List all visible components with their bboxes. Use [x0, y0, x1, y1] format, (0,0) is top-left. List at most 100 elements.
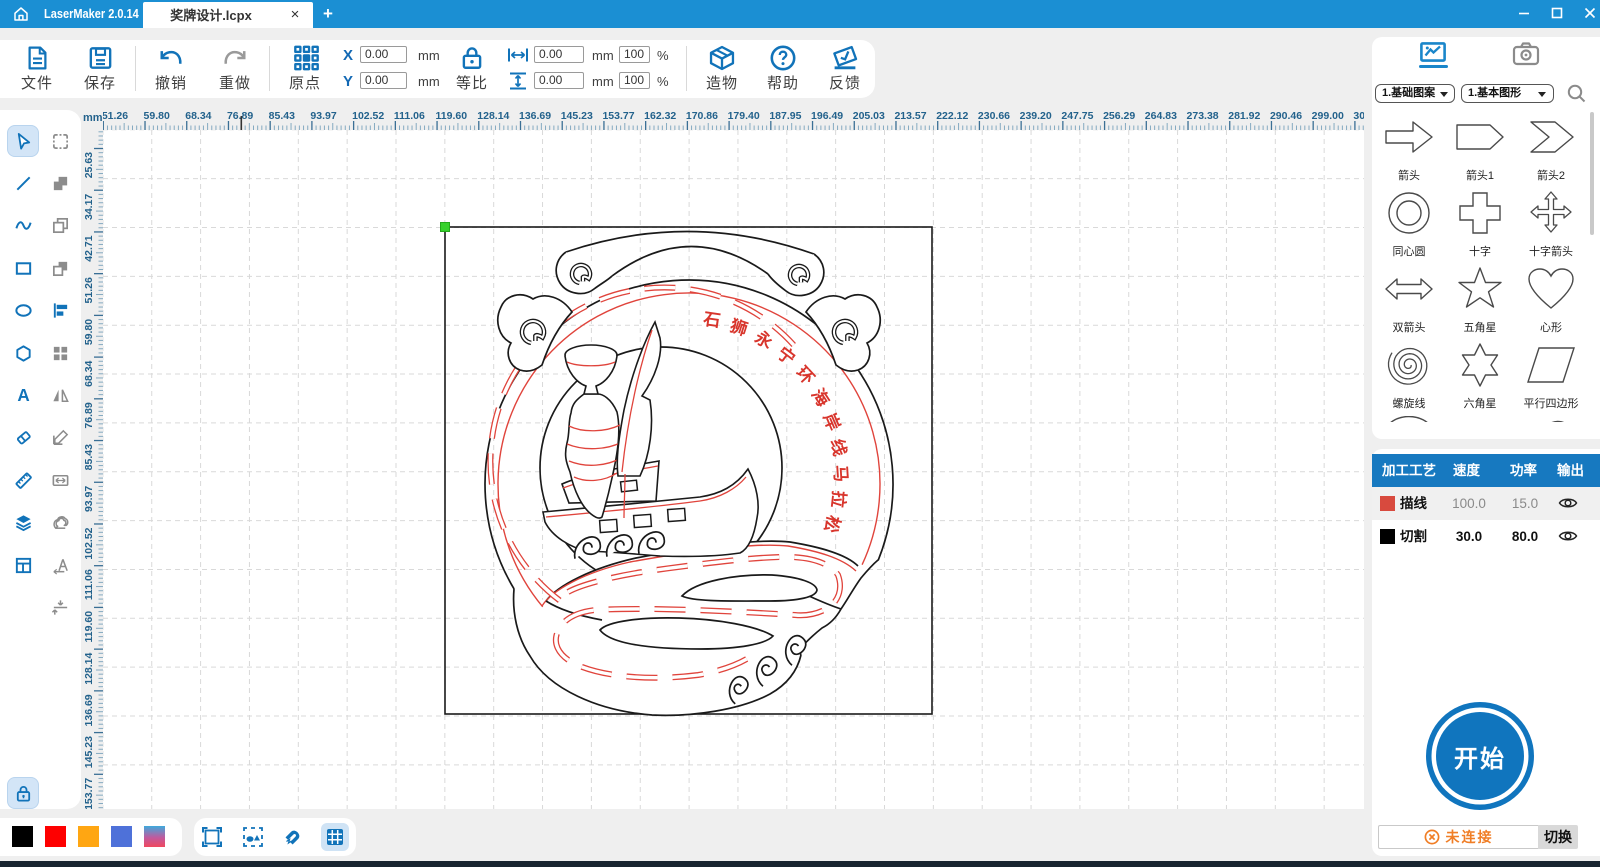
shape-item[interactable]: 五角星: [1445, 264, 1515, 335]
tool-measure[interactable]: [45, 423, 75, 453]
height-input[interactable]: 0.00: [534, 72, 584, 89]
tool-distribute[interactable]: [45, 338, 75, 368]
tool-ruler[interactable]: [8, 465, 38, 495]
layer-power[interactable]: 15.0: [1500, 487, 1550, 520]
undo-button[interactable]: 撤销: [143, 44, 199, 96]
tool-curve[interactable]: [8, 211, 38, 241]
layer-speed[interactable]: 30.0: [1444, 520, 1494, 553]
tool-lock-canvas[interactable]: [8, 778, 38, 808]
color-swatch-red[interactable]: [45, 826, 66, 847]
tool-align[interactable]: [45, 296, 75, 326]
svg-text:153.77: 153.77: [83, 778, 95, 809]
tab-camera[interactable]: [1511, 41, 1541, 65]
layer-speed[interactable]: 100.0: [1444, 487, 1494, 520]
medal-design[interactable]: 石狮永宁环海岸线马拉松: [441, 223, 933, 716]
tool-table[interactable]: [8, 550, 38, 580]
tool-offset[interactable]: [45, 508, 75, 538]
tool-rectangle[interactable]: [8, 253, 38, 283]
tool-union[interactable]: [45, 168, 75, 198]
save-button[interactable]: 保存: [72, 44, 128, 96]
shape-item[interactable]: 箭头2: [1516, 112, 1586, 183]
tab-close-icon[interactable]: ×: [283, 2, 307, 28]
shape-item[interactable]: 螺旋线: [1374, 340, 1444, 411]
height-pct-input[interactable]: 100: [619, 72, 650, 89]
tool-fit[interactable]: [45, 465, 75, 495]
process-row-切割[interactable]: 切割 30.0 80.0: [1372, 520, 1600, 553]
shape-item-partial[interactable]: [1374, 416, 1444, 422]
tool-copy-shape[interactable]: [45, 211, 75, 241]
svg-text:岸: 岸: [819, 410, 844, 434]
process-row-描线[interactable]: 描线 100.0 15.0: [1372, 487, 1600, 520]
width-pct-input[interactable]: 100: [619, 46, 650, 63]
feedback-button[interactable]: 反馈: [817, 44, 873, 96]
toolbar-separator: [269, 46, 270, 91]
tool-mirror[interactable]: [45, 380, 75, 410]
tool-layers[interactable]: [8, 508, 38, 538]
shape-item[interactable]: 心形: [1516, 264, 1586, 335]
start-button[interactable]: 开始: [1436, 712, 1524, 800]
magnet-tool[interactable]: [280, 823, 308, 851]
shape-item[interactable]: 同心圆: [1374, 188, 1444, 259]
grid-toggle[interactable]: [321, 823, 349, 851]
color-swatch-black[interactable]: [12, 826, 33, 847]
shape-item[interactable]: 十字箭头: [1516, 188, 1586, 259]
color-swatch-orange[interactable]: [78, 826, 99, 847]
window-maximize-button[interactable]: [1542, 0, 1572, 28]
tool-text[interactable]: A: [8, 380, 38, 410]
shape-item[interactable]: 平行四边形: [1516, 340, 1586, 411]
eye-icon[interactable]: [1558, 528, 1578, 544]
shape-item-partial[interactable]: [1516, 416, 1586, 422]
tool-select[interactable]: [8, 126, 38, 156]
select-all-tool[interactable]: [239, 823, 267, 851]
x-input[interactable]: 0.00: [360, 46, 407, 63]
tool-skew[interactable]: [45, 550, 75, 580]
x-unit: mm: [418, 48, 440, 63]
tool-polygon[interactable]: [8, 338, 38, 368]
file-button[interactable]: 文件: [9, 44, 65, 96]
tool-marquee-select[interactable]: [45, 126, 75, 156]
shapes-scrollbar[interactable]: [1590, 112, 1594, 235]
y-input[interactable]: 0.00: [360, 72, 407, 89]
svg-text:264.83: 264.83: [1145, 110, 1177, 122]
window-minimize-button[interactable]: [1509, 0, 1539, 28]
category-dropdown[interactable]: 1.基础图案: [1375, 84, 1455, 103]
connection-status[interactable]: 未连接: [1378, 825, 1538, 849]
shape-item[interactable]: 箭头1: [1445, 112, 1515, 183]
color-swatch-blue[interactable]: [111, 826, 132, 847]
tool-eraser[interactable]: [8, 423, 38, 453]
process-table-header: 加工工艺 速度 功率 输出: [1372, 454, 1600, 487]
color-swatch-gradient[interactable]: [144, 826, 165, 847]
layer-color-swatch[interactable]: [1380, 496, 1395, 511]
tool-subtract[interactable]: [45, 253, 75, 283]
shape-箭头1-icon: [1454, 117, 1506, 157]
shape-item[interactable]: 十字: [1445, 188, 1515, 259]
switch-device-button[interactable]: 切换: [1538, 825, 1578, 849]
window-close-button[interactable]: [1575, 0, 1600, 28]
tab-shape-gallery[interactable]: [1419, 41, 1449, 63]
svg-text:162.32: 162.32: [644, 110, 676, 122]
tool-ellipse[interactable]: [8, 296, 38, 326]
fit-icon: [51, 471, 70, 490]
layer-color-swatch[interactable]: [1380, 529, 1395, 544]
help-button[interactable]: 帮助: [755, 44, 811, 96]
document-tab[interactable]: 奖牌设计.lcpx ×: [143, 2, 313, 28]
eye-icon[interactable]: [1558, 495, 1578, 511]
width-input[interactable]: 0.00: [534, 46, 584, 63]
frame-tool[interactable]: [198, 823, 226, 851]
layer-power[interactable]: 80.0: [1500, 520, 1550, 553]
home-icon[interactable]: [12, 5, 30, 23]
create-button[interactable]: 造物: [694, 44, 750, 96]
shape-item[interactable]: 六角星: [1445, 340, 1515, 411]
subcategory-dropdown[interactable]: 1.基本图形: [1461, 84, 1554, 103]
tool-collapse[interactable]: [45, 592, 75, 622]
handle-inner: [612, 246, 768, 276]
search-icon[interactable]: [1566, 83, 1587, 104]
shape-item[interactable]: 箭头: [1374, 112, 1444, 183]
lock-ratio-button[interactable]: 等比: [444, 44, 500, 96]
design-canvas[interactable]: 石狮永宁环海岸线马拉松: [103, 130, 1364, 809]
redo-button[interactable]: 重做: [207, 44, 263, 96]
new-tab-button[interactable]: +: [316, 0, 340, 28]
shape-item[interactable]: 双箭头: [1374, 264, 1444, 335]
origin-button[interactable]: 原点: [277, 44, 333, 96]
tool-line[interactable]: [8, 168, 38, 198]
